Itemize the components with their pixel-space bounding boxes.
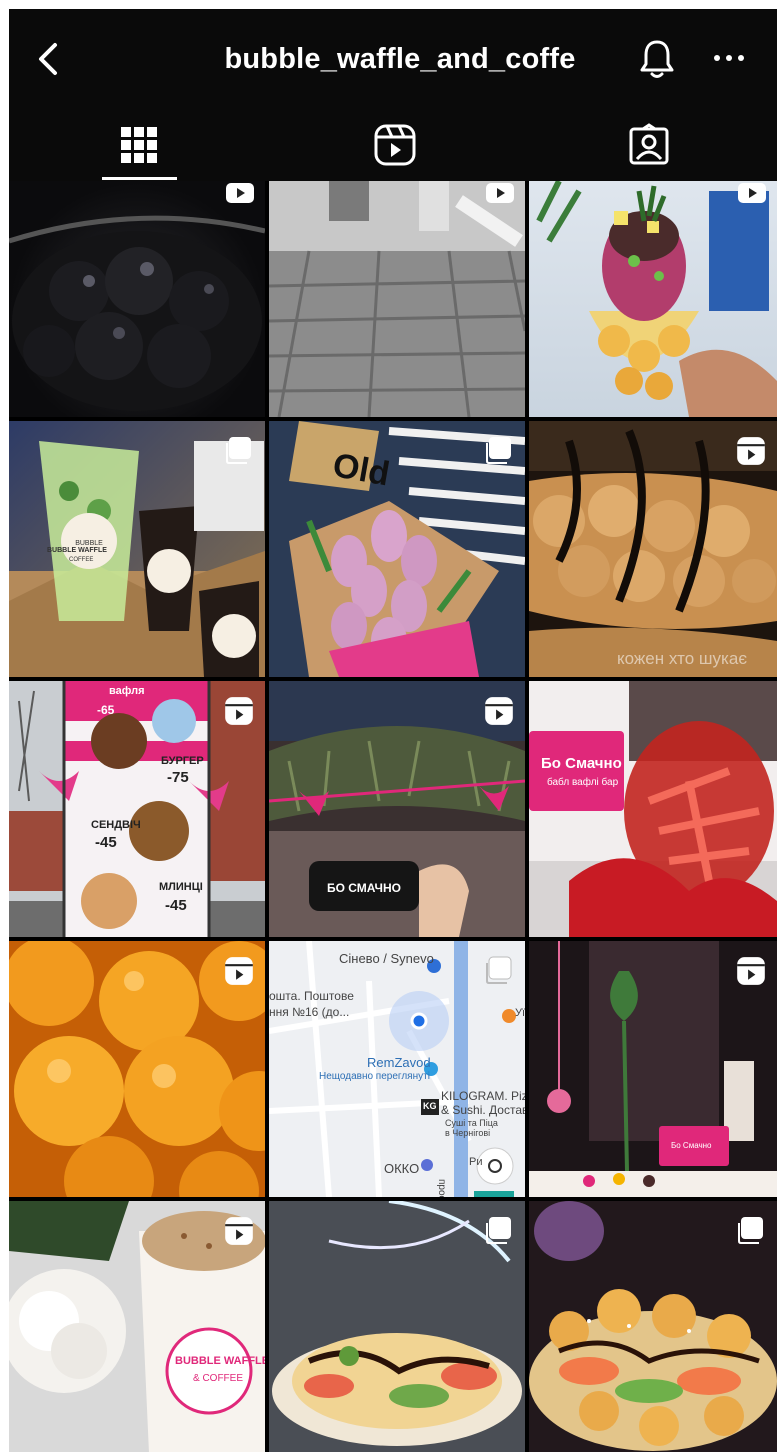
bell-icon — [640, 40, 674, 78]
reels-icon — [374, 124, 416, 166]
notifications-button[interactable] — [637, 37, 677, 81]
post-tile[interactable]: BUBBLE WAFFLE & COFFEE — [9, 1201, 265, 1452]
carousel-badge — [485, 435, 515, 470]
profile-tabs — [9, 109, 777, 181]
more-dots-icon — [714, 55, 744, 61]
reel-badge — [223, 1215, 255, 1252]
map-label: Уї — [515, 1007, 525, 1019]
chevron-left-icon — [39, 43, 57, 75]
map-label: в Чернігові — [445, 1128, 491, 1138]
back-button[interactable] — [31, 39, 67, 79]
cup-brand: BUBBLE WAFFLE — [47, 547, 107, 554]
menu-item-price: -65 — [97, 703, 115, 717]
post-tile[interactable]: вафля -65 БУРГЕР -75 СЕНДВІЧ -45 МЛИНЦІ … — [9, 681, 265, 937]
reel-badge — [735, 955, 767, 992]
reel-badge — [737, 183, 767, 210]
menu-item-label: вафля — [109, 685, 145, 697]
reels-icon — [225, 1217, 253, 1245]
tab-tagged[interactable] — [521, 109, 777, 181]
cup-subtitle: COFFEE — [69, 557, 94, 563]
post-image — [9, 215, 265, 411]
reel-badge — [225, 183, 255, 210]
reel-badge — [223, 695, 255, 732]
phone-screen-text: БО СМАЧНО — [327, 881, 401, 895]
carousel-indicator-icon — [738, 1217, 763, 1244]
menu-item-label: СЕНДВІЧ — [91, 819, 141, 831]
cup-subtitle: & COFFEE — [193, 1373, 244, 1384]
post-tile[interactable]: Бо Смачно бабл вафлі бар — [529, 681, 777, 937]
post-image — [269, 181, 525, 417]
video-caption-text: кожен хто шукає — [617, 649, 747, 668]
reels-icon — [485, 697, 513, 725]
post-tile[interactable] — [269, 181, 525, 417]
map-label: Ри — [469, 1156, 483, 1168]
reel-indicator-icon — [738, 183, 766, 203]
reel-badge — [485, 183, 515, 210]
post-tile[interactable] — [529, 1201, 777, 1452]
reel-badge — [735, 435, 767, 472]
profile-username: bubble_waffle_and_coffe — [224, 43, 576, 75]
reel-indicator-icon — [226, 183, 254, 203]
reels-icon — [737, 437, 765, 465]
active-tab-indicator — [102, 177, 177, 180]
post-tile[interactable]: Old — [269, 421, 525, 677]
map-label: KILOGRAM. Pizz — [441, 1089, 525, 1103]
map-label: ОККО — [384, 1161, 420, 1176]
app-screen: bubble_waffle_and_coffe BUBBLE Old кожен… — [9, 9, 777, 1452]
reel-badge — [223, 955, 255, 992]
map-label: Нещодавно переглянуті — [319, 1071, 430, 1082]
map-label: ошта. Поштове — [269, 989, 354, 1003]
sign-title: Бо Смачно — [671, 1141, 712, 1150]
more-options-button[interactable] — [709, 43, 749, 73]
map-label: KG — [423, 1101, 437, 1111]
tagged-person-icon — [629, 123, 669, 165]
menu-item-label: БУРГЕР — [161, 755, 204, 767]
reels-icon — [225, 957, 253, 985]
carousel-indicator-icon — [486, 956, 512, 984]
carousel-badge — [485, 1215, 515, 1250]
post-tile[interactable] — [9, 181, 265, 417]
profile-header: bubble_waffle_and_coffe — [9, 9, 777, 109]
tab-grid[interactable] — [11, 109, 267, 181]
map-label: RemZavod — [367, 1055, 431, 1070]
carousel-badge — [225, 435, 255, 470]
carousel-indicator-icon — [226, 437, 251, 464]
post-tile[interactable]: БО СМАЧНО — [269, 681, 525, 937]
post-tile[interactable] — [9, 941, 265, 1197]
carousel-indicator-icon — [486, 1217, 511, 1244]
post-tile[interactable] — [269, 1201, 525, 1452]
reel-badge — [483, 695, 515, 732]
post-image — [529, 681, 777, 937]
sign-title: Бо Смачно — [541, 755, 622, 772]
map-label: Сінево / Synevo — [339, 951, 434, 966]
post-tile[interactable] — [529, 181, 777, 417]
map-label: ння №16 (до... — [269, 1005, 350, 1019]
menu-item-price: -75 — [167, 769, 189, 786]
carousel-badge — [485, 955, 515, 990]
map-label: Суші та Піца — [445, 1118, 498, 1128]
reels-icon — [737, 957, 765, 985]
post-tile[interactable]: Бо Смачно — [529, 941, 777, 1197]
grid-icon — [121, 127, 157, 163]
menu-item-price: -45 — [165, 897, 187, 914]
reels-icon — [225, 697, 253, 725]
post-tile[interactable]: Сінево / Synevo ошта. Поштове ння №16 (д… — [269, 941, 525, 1197]
posts-grid: BUBBLE Old кожен хто шукає вафля -65 БУР… — [9, 181, 777, 1452]
sign-subtitle: бабл вафлі бар — [547, 777, 619, 788]
reel-indicator-icon — [486, 183, 514, 203]
menu-item-price: -45 — [95, 834, 117, 851]
map-label: проспект — [436, 1179, 447, 1197]
tab-reels[interactable] — [267, 109, 523, 181]
carousel-badge — [737, 1215, 767, 1250]
map-label: & Sushi. Достав — [441, 1103, 525, 1117]
cup-brand: BUBBLE WAFFLE — [175, 1355, 265, 1367]
menu-item-label: МЛИНЦІ — [159, 881, 203, 893]
post-tile[interactable]: кожен хто шукає — [529, 421, 777, 677]
carousel-indicator-icon — [486, 437, 511, 464]
post-image — [536, 181, 777, 417]
svg-text:BUBBLE: BUBBLE — [75, 540, 103, 547]
